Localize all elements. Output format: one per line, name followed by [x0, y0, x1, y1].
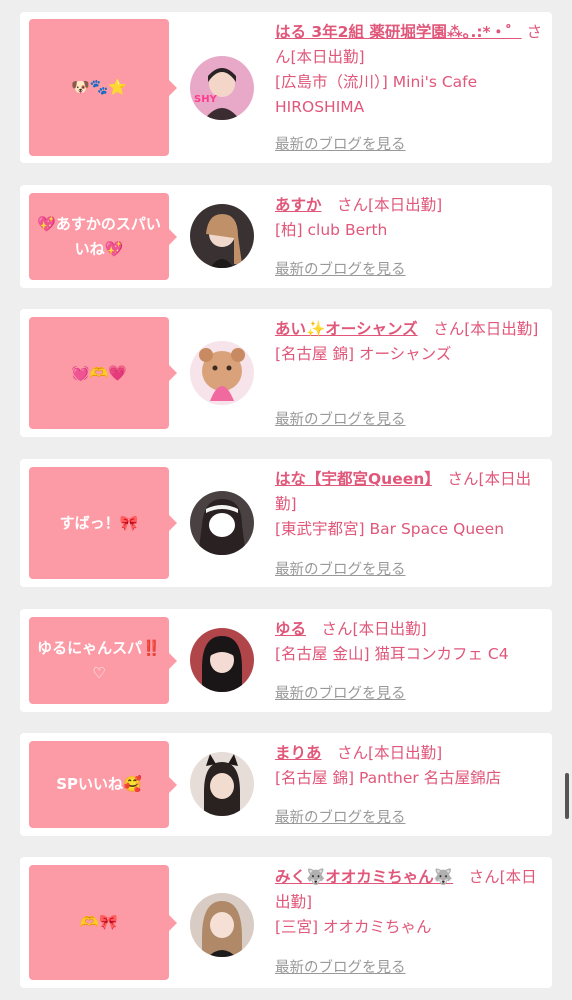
shop-name: [広島市（流川）] Mini's Cafe HIROSHIMA	[275, 73, 478, 116]
message-bubble: 💓🫶💗	[29, 317, 177, 429]
attendance-status: さん[本日出勤]	[321, 196, 443, 214]
message-bubble: 💖あすかのスパいいね💖	[29, 193, 177, 280]
girl-name-link[interactable]: まりあ	[275, 744, 322, 762]
message-bubble: SPいいね🥰	[29, 741, 177, 828]
girl-name-link[interactable]: はる 3年2組 薬研堀学園⁂｡.:*・゜	[275, 23, 522, 41]
girl-card: ゆるにゃんスパ‼️♡ ゆる さん[本日出勤] [名古屋 金山] 猫耳コンカフェ …	[20, 609, 552, 712]
girl-info: みく🐺オオカミちゃん🐺 さん[本日出勤] [三宮] オオカミちゃん	[275, 865, 545, 940]
avatar[interactable]	[190, 752, 254, 816]
girl-info: はな【宇都宮Queen】 さん[本日出勤] [東武宇都宮] Bar Space …	[275, 467, 545, 542]
shop-name: [名古屋 錦] オーシャンズ	[275, 345, 452, 363]
attendance-status: さん[本日出勤]	[321, 744, 443, 762]
latest-blog-link[interactable]: 最新のブログを見る	[275, 408, 406, 429]
avatar-image: SHY	[190, 56, 254, 120]
latest-blog-link[interactable]: 最新のブログを見る	[275, 682, 406, 703]
girl-name-link[interactable]: みく🐺オオカミちゃん🐺	[275, 868, 453, 886]
girl-info: まりあ さん[本日出勤] [名古屋 錦] Panther 名古屋錦店	[275, 741, 545, 791]
avatar[interactable]	[190, 491, 254, 555]
svg-text:SHY: SHY	[194, 94, 218, 105]
girl-info: あすか さん[本日出勤] [柏] club Berth	[275, 193, 545, 243]
shop-name: [東武宇都宮] Bar Space Queen	[275, 520, 505, 538]
latest-blog-link[interactable]: 最新のブログを見る	[275, 558, 406, 579]
avatar-image	[190, 341, 254, 405]
shop-name: [柏] club Berth	[275, 221, 388, 239]
girl-card: 🫶🎀 みく🐺オオカミちゃん🐺 さん[本日出勤] [三宮] オオカミちゃん 最新の…	[20, 857, 552, 988]
avatar-image	[190, 628, 254, 692]
girl-card: 💖あすかのスパいいね💖 あすか さん[本日出勤] [柏] club Berth …	[20, 185, 552, 288]
girl-info: あい✨オーシャンズ さん[本日出勤] [名古屋 錦] オーシャンズ	[275, 317, 545, 367]
scrollbar[interactable]	[565, 773, 569, 819]
girl-name-link[interactable]: あい✨オーシャンズ	[275, 320, 418, 338]
girl-name-link[interactable]: あすか	[275, 196, 322, 214]
shop-name: [名古屋 錦] Panther 名古屋錦店	[275, 769, 502, 787]
girl-name-link[interactable]: ゆる	[275, 620, 306, 638]
message-bubble: 🐶🐾⭐	[29, 19, 177, 156]
message-bubble: すばっ！🎀	[29, 467, 177, 579]
avatar-image	[190, 204, 254, 268]
avatar-image	[190, 491, 254, 555]
latest-blog-link[interactable]: 最新のブログを見る	[275, 133, 406, 154]
girl-card: すばっ！🎀 はな【宇都宮Queen】 さん[本日出勤] [東武宇都宮] Bar …	[20, 459, 552, 587]
message-bubble: ゆるにゃんスパ‼️♡	[29, 617, 177, 704]
avatar-image	[190, 752, 254, 816]
girl-name-link[interactable]: はな【宇都宮Queen】	[275, 470, 432, 488]
avatar[interactable]	[190, 628, 254, 692]
avatar[interactable]	[190, 893, 254, 957]
avatar-image	[190, 893, 254, 957]
attendance-status: さん[本日出勤]	[306, 620, 427, 638]
latest-blog-link[interactable]: 最新のブログを見る	[275, 956, 406, 977]
shop-name: [三宮] オオカミちゃん	[275, 918, 432, 936]
attendance-status: さん[本日出勤]	[417, 320, 539, 338]
girl-card: 🐶🐾⭐ SHY はる 3年2組 薬研堀学園⁂｡.:*・゜ さん[本日出勤] [広…	[20, 12, 552, 163]
girl-card: 💓🫶💗 あい✨オーシャンズ さん[本日出勤] [名古屋 錦] オーシャンズ 最新…	[20, 309, 552, 437]
avatar[interactable]	[190, 204, 254, 268]
girl-info: ゆる さん[本日出勤] [名古屋 金山] 猫耳コンカフェ C4	[275, 617, 545, 667]
latest-blog-link[interactable]: 最新のブログを見る	[275, 806, 406, 827]
girl-info: はる 3年2組 薬研堀学園⁂｡.:*・゜ さん[本日出勤] [広島市（流川）] …	[275, 20, 545, 120]
latest-blog-link[interactable]: 最新のブログを見る	[275, 258, 406, 279]
avatar[interactable]	[190, 341, 254, 405]
girl-card: SPいいね🥰 まりあ さん[本日出勤] [名古屋 錦] Panther 名古屋錦…	[20, 733, 552, 836]
message-bubble: 🫶🎀	[29, 865, 177, 980]
avatar[interactable]: SHY	[190, 56, 254, 120]
shop-name: [名古屋 金山] 猫耳コンカフェ C4	[275, 645, 509, 663]
